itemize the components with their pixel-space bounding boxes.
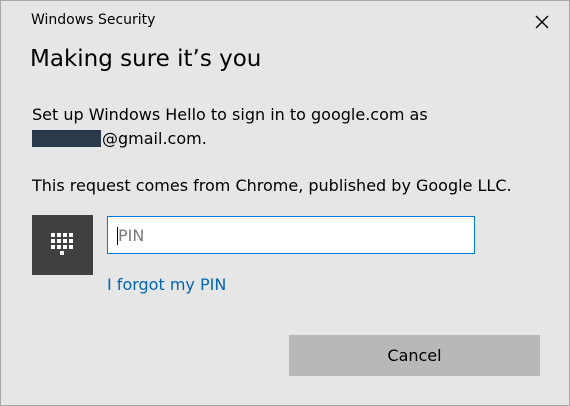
close-button[interactable] [527, 7, 557, 37]
cancel-button[interactable]: Cancel [289, 335, 540, 376]
redacted-username [32, 130, 101, 147]
text-caret [117, 227, 118, 245]
close-icon [535, 15, 549, 29]
account-email: @gmail.com. [32, 129, 207, 148]
window-title: Windows Security [31, 12, 156, 28]
forgot-pin-link[interactable]: I forgot my PIN [107, 275, 226, 294]
keypad-icon [51, 233, 73, 255]
setup-message: Set up Windows Hello to sign in to googl… [32, 105, 428, 124]
pin-input[interactable] [107, 216, 475, 254]
dialog-heading: Making sure it’s you [30, 46, 262, 72]
pin-tile [32, 215, 93, 275]
email-suffix: @gmail.com. [102, 129, 207, 148]
request-source-message: This request comes from Chrome, publishe… [32, 176, 512, 195]
dialog-window: Windows Security Making sure it’s you Se… [0, 0, 570, 406]
